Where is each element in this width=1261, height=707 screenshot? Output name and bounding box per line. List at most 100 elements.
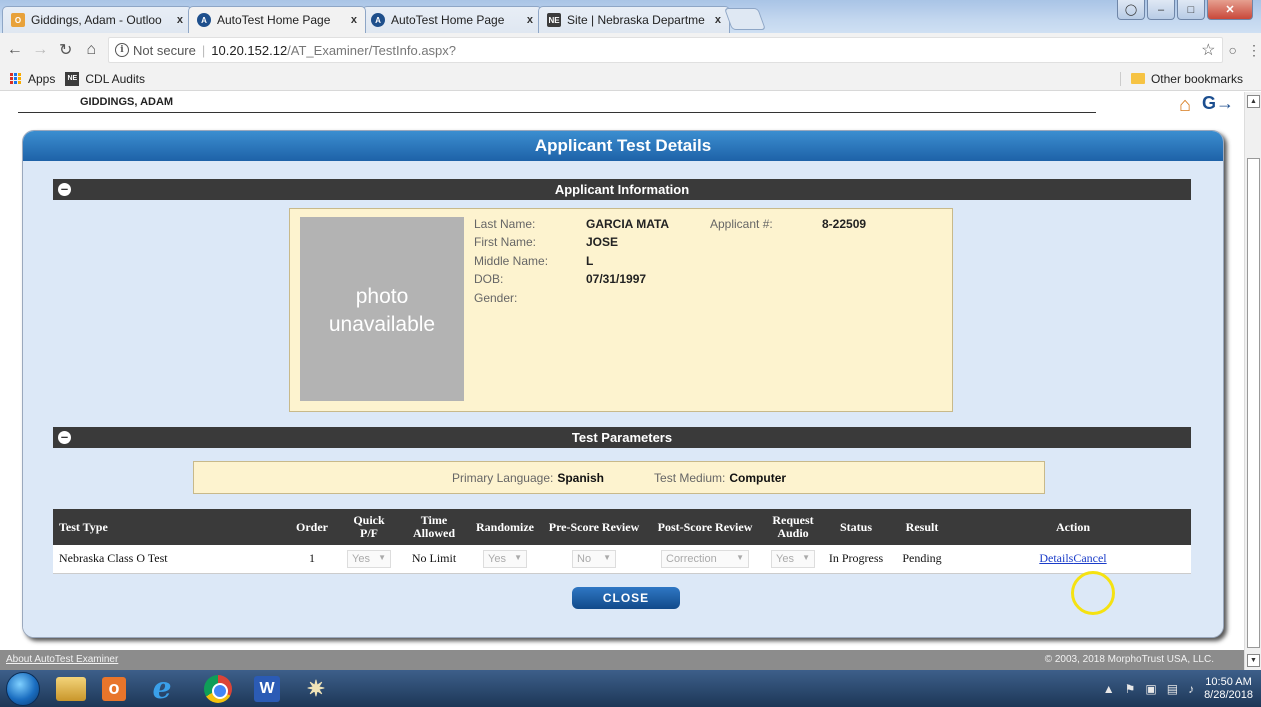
test-parameters-header[interactable]: – Test Parameters (53, 427, 1191, 448)
bookmark-cdl-audits[interactable]: NE CDL Audits (65, 71, 145, 86)
chevron-down-icon: ▼ (514, 552, 522, 562)
tray-expand-icon[interactable]: ▲ (1103, 682, 1115, 696)
pre-score-review-select[interactable]: No ▼ (572, 549, 616, 568)
clock-date: 8/28/2018 (1204, 688, 1253, 701)
tab-autotest[interactable]: A AutoTest Home Page x (362, 6, 542, 33)
select-value: Yes (488, 552, 506, 565)
close-icon[interactable]: x (527, 14, 533, 26)
info-icon[interactable]: i (115, 43, 129, 57)
nebraska-icon: NE (547, 13, 561, 27)
request-audio-select[interactable]: Yes ▼ (771, 549, 815, 568)
quick-pf-select[interactable]: Yes ▼ (347, 549, 391, 568)
cancel-link[interactable]: Cancel (1073, 551, 1106, 565)
dob-value: 07/31/1997 (586, 272, 647, 286)
medium-value: Computer (729, 470, 787, 485)
col-randomize: Randomize (469, 509, 541, 545)
about-link[interactable]: About AutoTest Examiner (6, 650, 118, 670)
section-title: Applicant Information (554, 182, 690, 197)
word-icon[interactable]: W (254, 675, 280, 702)
col-request-audio: Request Audio (763, 509, 823, 545)
collapse-icon[interactable]: – (58, 430, 71, 444)
back-arrow-icon[interactable]: ← (4, 39, 26, 61)
scroll-up-icon[interactable]: ▲ (1247, 95, 1260, 108)
col-test-type: Test Type (53, 509, 285, 545)
cell-result: Pending (889, 545, 955, 574)
close-icon[interactable]: x (177, 14, 183, 26)
start-button[interactable] (6, 671, 40, 706)
last-name-value: GARCIA MATA (586, 217, 670, 231)
last-name-label: Last Name: (474, 217, 536, 231)
home-icon[interactable]: ⌂ (1179, 95, 1191, 115)
randomize-select[interactable]: Yes ▼ (483, 549, 527, 568)
cell-quick-pf: Yes ▼ (339, 545, 399, 574)
col-pre-score-review: Pre-Score Review (541, 509, 647, 545)
test-parameters-box: Primary Language: Spanish Test Medium: C… (193, 461, 1045, 494)
file-explorer-icon[interactable] (56, 676, 86, 701)
internet-explorer-icon[interactable]: e (142, 671, 182, 706)
cell-status: In Progress (823, 545, 889, 574)
applicant-info-box: photo unavailable Last Name: GARCIA MATA… (289, 208, 953, 412)
tab-title: Site | Nebraska Departme (567, 13, 705, 27)
cell-order: 1 (285, 545, 339, 574)
volume-icon[interactable]: ♪ (1188, 682, 1194, 696)
vertical-scrollbar[interactable]: ▲ ▼ (1244, 92, 1261, 670)
bookmark-label: Other bookmarks (1150, 71, 1243, 86)
close-icon[interactable]: x (351, 14, 357, 26)
profile-icon[interactable]: ◯ (1117, 0, 1145, 20)
home-icon[interactable]: ⌂ (81, 39, 103, 61)
scrollbar-thumb[interactable] (1247, 158, 1260, 648)
browser-toolbar: ← → ↻ ⌂ i Not secure | 10.20.152.12/AT_E… (0, 33, 1261, 67)
reload-icon[interactable]: ↻ (55, 39, 77, 61)
bookmark-label: CDL Audits (85, 71, 145, 86)
minimize-button[interactable]: – (1147, 0, 1175, 20)
chevron-down-icon: ▼ (603, 552, 611, 562)
browser-tab-strip: O Giddings, Adam - Outloo x A AutoTest H… (0, 0, 1261, 33)
forward-arrow-icon[interactable]: → (30, 39, 52, 61)
logout-icon[interactable]: G→ (1202, 94, 1234, 112)
menu-icon[interactable]: ⋮ (1247, 42, 1261, 59)
chrome-icon[interactable] (198, 673, 238, 705)
bookmarks-bar: Apps NE CDL Audits Other bookmarks (0, 67, 1261, 91)
details-link[interactable]: Details (1039, 551, 1073, 565)
language-value: Spanish (557, 470, 605, 485)
tab-outlook[interactable]: O Giddings, Adam - Outloo x (2, 6, 192, 33)
collapse-icon[interactable]: – (58, 182, 71, 196)
scroll-down-icon[interactable]: ▼ (1247, 654, 1260, 667)
device-icon[interactable]: ▣ (1145, 682, 1156, 696)
applicant-photo-placeholder: photo unavailable (300, 217, 464, 401)
tab-autotest-active[interactable]: A AutoTest Home Page x (188, 6, 366, 33)
address-bar[interactable]: i Not secure | 10.20.152.12/AT_Examiner/… (108, 37, 1223, 63)
page-footer: About AutoTest Examiner © 2003, 2018 Mor… (0, 650, 1244, 670)
first-name-label: First Name: (474, 235, 537, 249)
bookmark-apps[interactable]: Apps (10, 72, 55, 86)
window-controls: ◯ – □ ✕ (1117, 0, 1253, 20)
autotest-icon: A (371, 13, 385, 27)
bookmark-other[interactable]: Other bookmarks (1119, 71, 1243, 86)
user-name: GIDDINGS, ADAM (80, 96, 174, 108)
extension-icon[interactable]: ○ (1229, 42, 1237, 58)
close-button[interactable]: CLOSE (572, 587, 680, 609)
maximize-button[interactable]: □ (1177, 0, 1205, 20)
window-close-button[interactable]: ✕ (1207, 0, 1253, 20)
cell-test-type: Nebraska Class O Test (53, 545, 285, 574)
close-icon[interactable]: x (715, 14, 721, 26)
bookmark-star-icon[interactable]: ☆ (1201, 40, 1215, 60)
outlook-icon[interactable]: o (102, 676, 126, 701)
clock[interactable]: 10:50 AM 8/28/2018 (1204, 676, 1253, 702)
network-icon[interactable]: ▤ (1167, 682, 1178, 696)
divider (18, 112, 1096, 113)
url-host: 10.20.152.12 (211, 42, 288, 58)
tab-title: AutoTest Home Page (217, 13, 331, 27)
medium-label: Test Medium: (654, 470, 726, 485)
post-score-review-select[interactable]: Correction ▼ (661, 549, 749, 568)
applicant-info-header[interactable]: – Applicant Information (53, 179, 1191, 200)
cell-post-score-review: Correction ▼ (647, 545, 763, 574)
flag-icon[interactable]: ⚑ (1125, 682, 1136, 696)
cell-pre-score-review: No ▼ (541, 545, 647, 574)
paint-icon[interactable]: ✷ (296, 673, 336, 705)
col-post-score-review: Post-Score Review (647, 509, 763, 545)
select-value: Correction (666, 552, 717, 565)
tab-title: Giddings, Adam - Outloo (31, 13, 162, 27)
tab-nebraska[interactable]: NE Site | Nebraska Departme x (538, 6, 730, 33)
new-tab-button[interactable] (723, 8, 767, 30)
